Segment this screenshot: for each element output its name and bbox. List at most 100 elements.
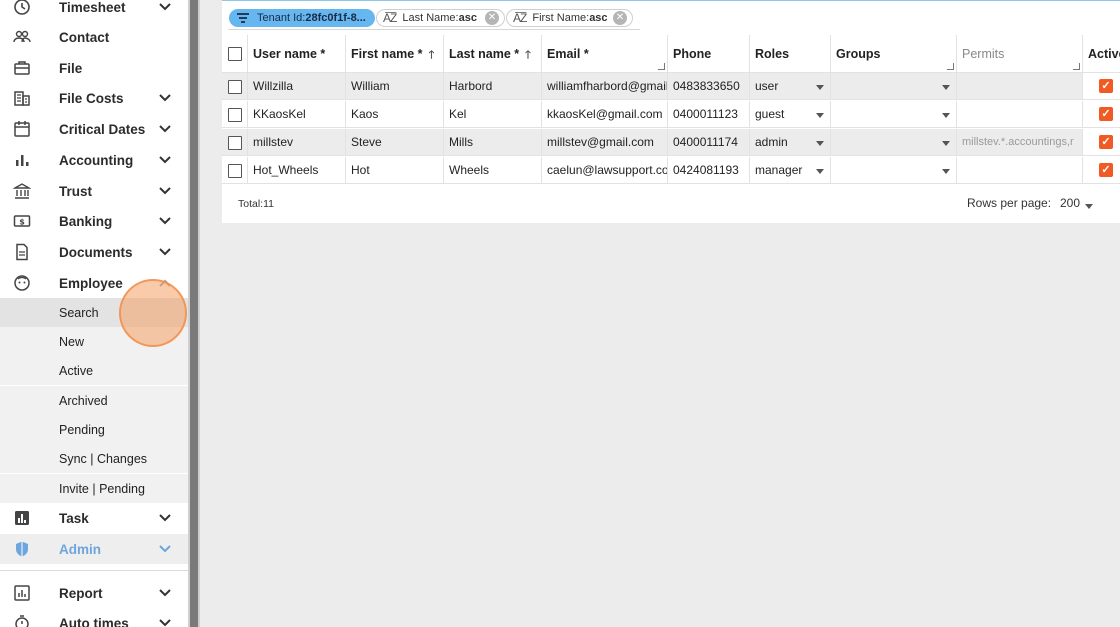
chevron-down-icon[interactable] <box>158 617 172 627</box>
header-select-all[interactable] <box>222 35 248 73</box>
cell-firstname[interactable]: Kaos <box>346 101 444 128</box>
sidebar-item-accounting[interactable]: Accounting <box>0 145 188 175</box>
header-permits[interactable]: Permits <box>957 35 1083 73</box>
cell-username[interactable]: millstev <box>248 129 346 156</box>
cell-email[interactable]: millstev@gmail.com <box>542 129 668 156</box>
cell-username[interactable]: Hot_Wheels <box>248 157 346 184</box>
chevron-down-icon[interactable] <box>158 185 172 197</box>
dropdown-arrow-icon[interactable] <box>1085 204 1093 209</box>
cell-email[interactable]: kkaosKel@gmail.com <box>542 101 668 128</box>
row-checkbox[interactable] <box>228 80 242 94</box>
header-username[interactable]: User name * <box>248 35 346 73</box>
chevron-down-icon[interactable] <box>158 246 172 258</box>
sidebar-scrollbar[interactable] <box>188 0 200 627</box>
sidebar-item-file[interactable]: File <box>0 53 188 83</box>
cell-active[interactable]: ✓ <box>1083 73 1120 100</box>
chevron-down-icon[interactable] <box>158 215 172 227</box>
group-select[interactable] <box>831 129 957 156</box>
header-firstname[interactable]: First name * 🡑 <box>346 35 444 73</box>
sidebar-item-documents[interactable]: Documents <box>0 237 188 267</box>
sidebar-item-file-costs[interactable]: File Costs <box>0 83 188 113</box>
cell-phone[interactable]: 0400011174 <box>668 129 750 156</box>
sidebar-item-report[interactable]: Report <box>0 578 188 608</box>
filter-chip-tenant[interactable]: Tenant Id: 28fc0f1f-8... <box>229 9 375 27</box>
chevron-down-icon[interactable] <box>158 512 172 524</box>
chevron-down-icon[interactable] <box>158 154 172 166</box>
sort-chip-first-name[interactable]: A͞Z First Name: asc ✕ <box>506 9 633 27</box>
row-checkbox[interactable] <box>228 164 242 178</box>
sidebar-subitem-pending[interactable]: Pending <box>0 415 188 444</box>
active-checkbox[interactable]: ✓ <box>1099 163 1113 177</box>
chevron-down-icon[interactable] <box>158 1 172 13</box>
resize-handle-icon[interactable] <box>1073 63 1080 70</box>
chevron-down-icon[interactable] <box>158 543 172 555</box>
group-select[interactable] <box>831 101 957 128</box>
scrollbar-thumb[interactable] <box>190 0 198 627</box>
sort-up-icon[interactable]: 🡑 <box>429 49 435 61</box>
sidebar-item-banking[interactable]: $ Banking <box>0 206 188 236</box>
sidebar-subitem-invite-pending[interactable]: Invite | Pending <box>0 474 188 503</box>
active-checkbox[interactable]: ✓ <box>1099 135 1113 149</box>
dropdown-arrow-icon[interactable] <box>942 169 950 174</box>
chevron-down-icon[interactable] <box>158 123 172 135</box>
cell-lastname[interactable]: Harbord <box>444 73 542 100</box>
row-checkbox[interactable] <box>228 108 242 122</box>
rows-per-page-select[interactable]: 200 <box>1060 196 1080 210</box>
cell-lastname[interactable]: Mills <box>444 129 542 156</box>
sidebar-item-timesheet[interactable]: Timesheet <box>0 0 188 22</box>
cell-phone[interactable]: 0424081193 <box>668 157 750 184</box>
dropdown-arrow-icon[interactable] <box>816 141 824 146</box>
dropdown-arrow-icon[interactable] <box>816 113 824 118</box>
chevron-down-icon[interactable] <box>158 92 172 104</box>
group-select[interactable] <box>831 157 957 184</box>
role-select[interactable]: manager <box>750 157 831 184</box>
header-groups[interactable]: Groups <box>831 35 957 73</box>
sidebar-item-task[interactable]: Task <box>0 503 188 533</box>
sidebar-subitem-active[interactable]: Active <box>0 356 188 385</box>
role-select[interactable]: guest <box>750 101 831 128</box>
resize-handle-icon[interactable] <box>658 63 665 70</box>
dropdown-arrow-icon[interactable] <box>942 85 950 90</box>
group-select[interactable] <box>831 73 957 100</box>
cell-permits[interactable] <box>957 73 1083 100</box>
cell-firstname[interactable]: Steve <box>346 129 444 156</box>
header-email[interactable]: Email * <box>542 35 668 73</box>
sidebar-item-admin[interactable]: Admin <box>0 534 188 564</box>
cell-permits[interactable] <box>957 157 1083 184</box>
cell-permits[interactable]: millstev.*.accountings,r <box>957 129 1083 156</box>
header-phone[interactable]: Phone <box>668 35 750 73</box>
cell-active[interactable]: ✓ <box>1083 101 1120 128</box>
cell-firstname[interactable]: Hot <box>346 157 444 184</box>
cell-username[interactable]: KKaosKel <box>248 101 346 128</box>
cell-active[interactable]: ✓ <box>1083 157 1120 184</box>
header-active[interactable]: Active <box>1083 35 1120 73</box>
table-row[interactable]: KKaosKel Kaos Kel kkaosKel@gmail.com 040… <box>222 101 1120 129</box>
cell-phone[interactable]: 0400011123 <box>668 101 750 128</box>
chevron-down-icon[interactable] <box>158 587 172 599</box>
dropdown-arrow-icon[interactable] <box>816 85 824 90</box>
dropdown-arrow-icon[interactable] <box>942 141 950 146</box>
close-icon[interactable]: ✕ <box>485 11 499 25</box>
table-row[interactable]: Hot_Wheels Hot Wheels caelun@lawsupport.… <box>222 157 1120 185</box>
cell-permits[interactable] <box>957 101 1083 128</box>
active-checkbox[interactable]: ✓ <box>1099 107 1113 121</box>
sort-up-icon[interactable]: 🡑 <box>525 49 531 61</box>
sort-chip-last-name[interactable]: A͞Z Last Name: asc ✕ <box>376 9 505 27</box>
table-row[interactable]: Willzilla William Harbord williamfharbor… <box>222 73 1120 101</box>
role-select[interactable]: admin <box>750 129 831 156</box>
sidebar-item-trust[interactable]: Trust <box>0 176 188 206</box>
sidebar-subitem-archived[interactable]: Archived <box>0 386 188 415</box>
header-lastname[interactable]: Last name * 🡑 <box>444 35 542 73</box>
resize-handle-icon[interactable] <box>947 63 954 70</box>
cell-username[interactable]: Willzilla <box>248 73 346 100</box>
cell-email[interactable]: caelun@lawsupport.cor <box>542 157 668 184</box>
sidebar-item-critical-dates[interactable]: Critical Dates <box>0 114 188 144</box>
dropdown-arrow-icon[interactable] <box>816 169 824 174</box>
cell-firstname[interactable]: William <box>346 73 444 100</box>
cell-phone[interactable]: 0483833650 <box>668 73 750 100</box>
role-select[interactable]: user <box>750 73 831 100</box>
row-checkbox[interactable] <box>228 136 242 150</box>
header-roles[interactable]: Roles <box>750 35 831 73</box>
sidebar-item-auto-times[interactable]: Auto times <box>0 608 188 627</box>
cell-active[interactable]: ✓ <box>1083 129 1120 156</box>
